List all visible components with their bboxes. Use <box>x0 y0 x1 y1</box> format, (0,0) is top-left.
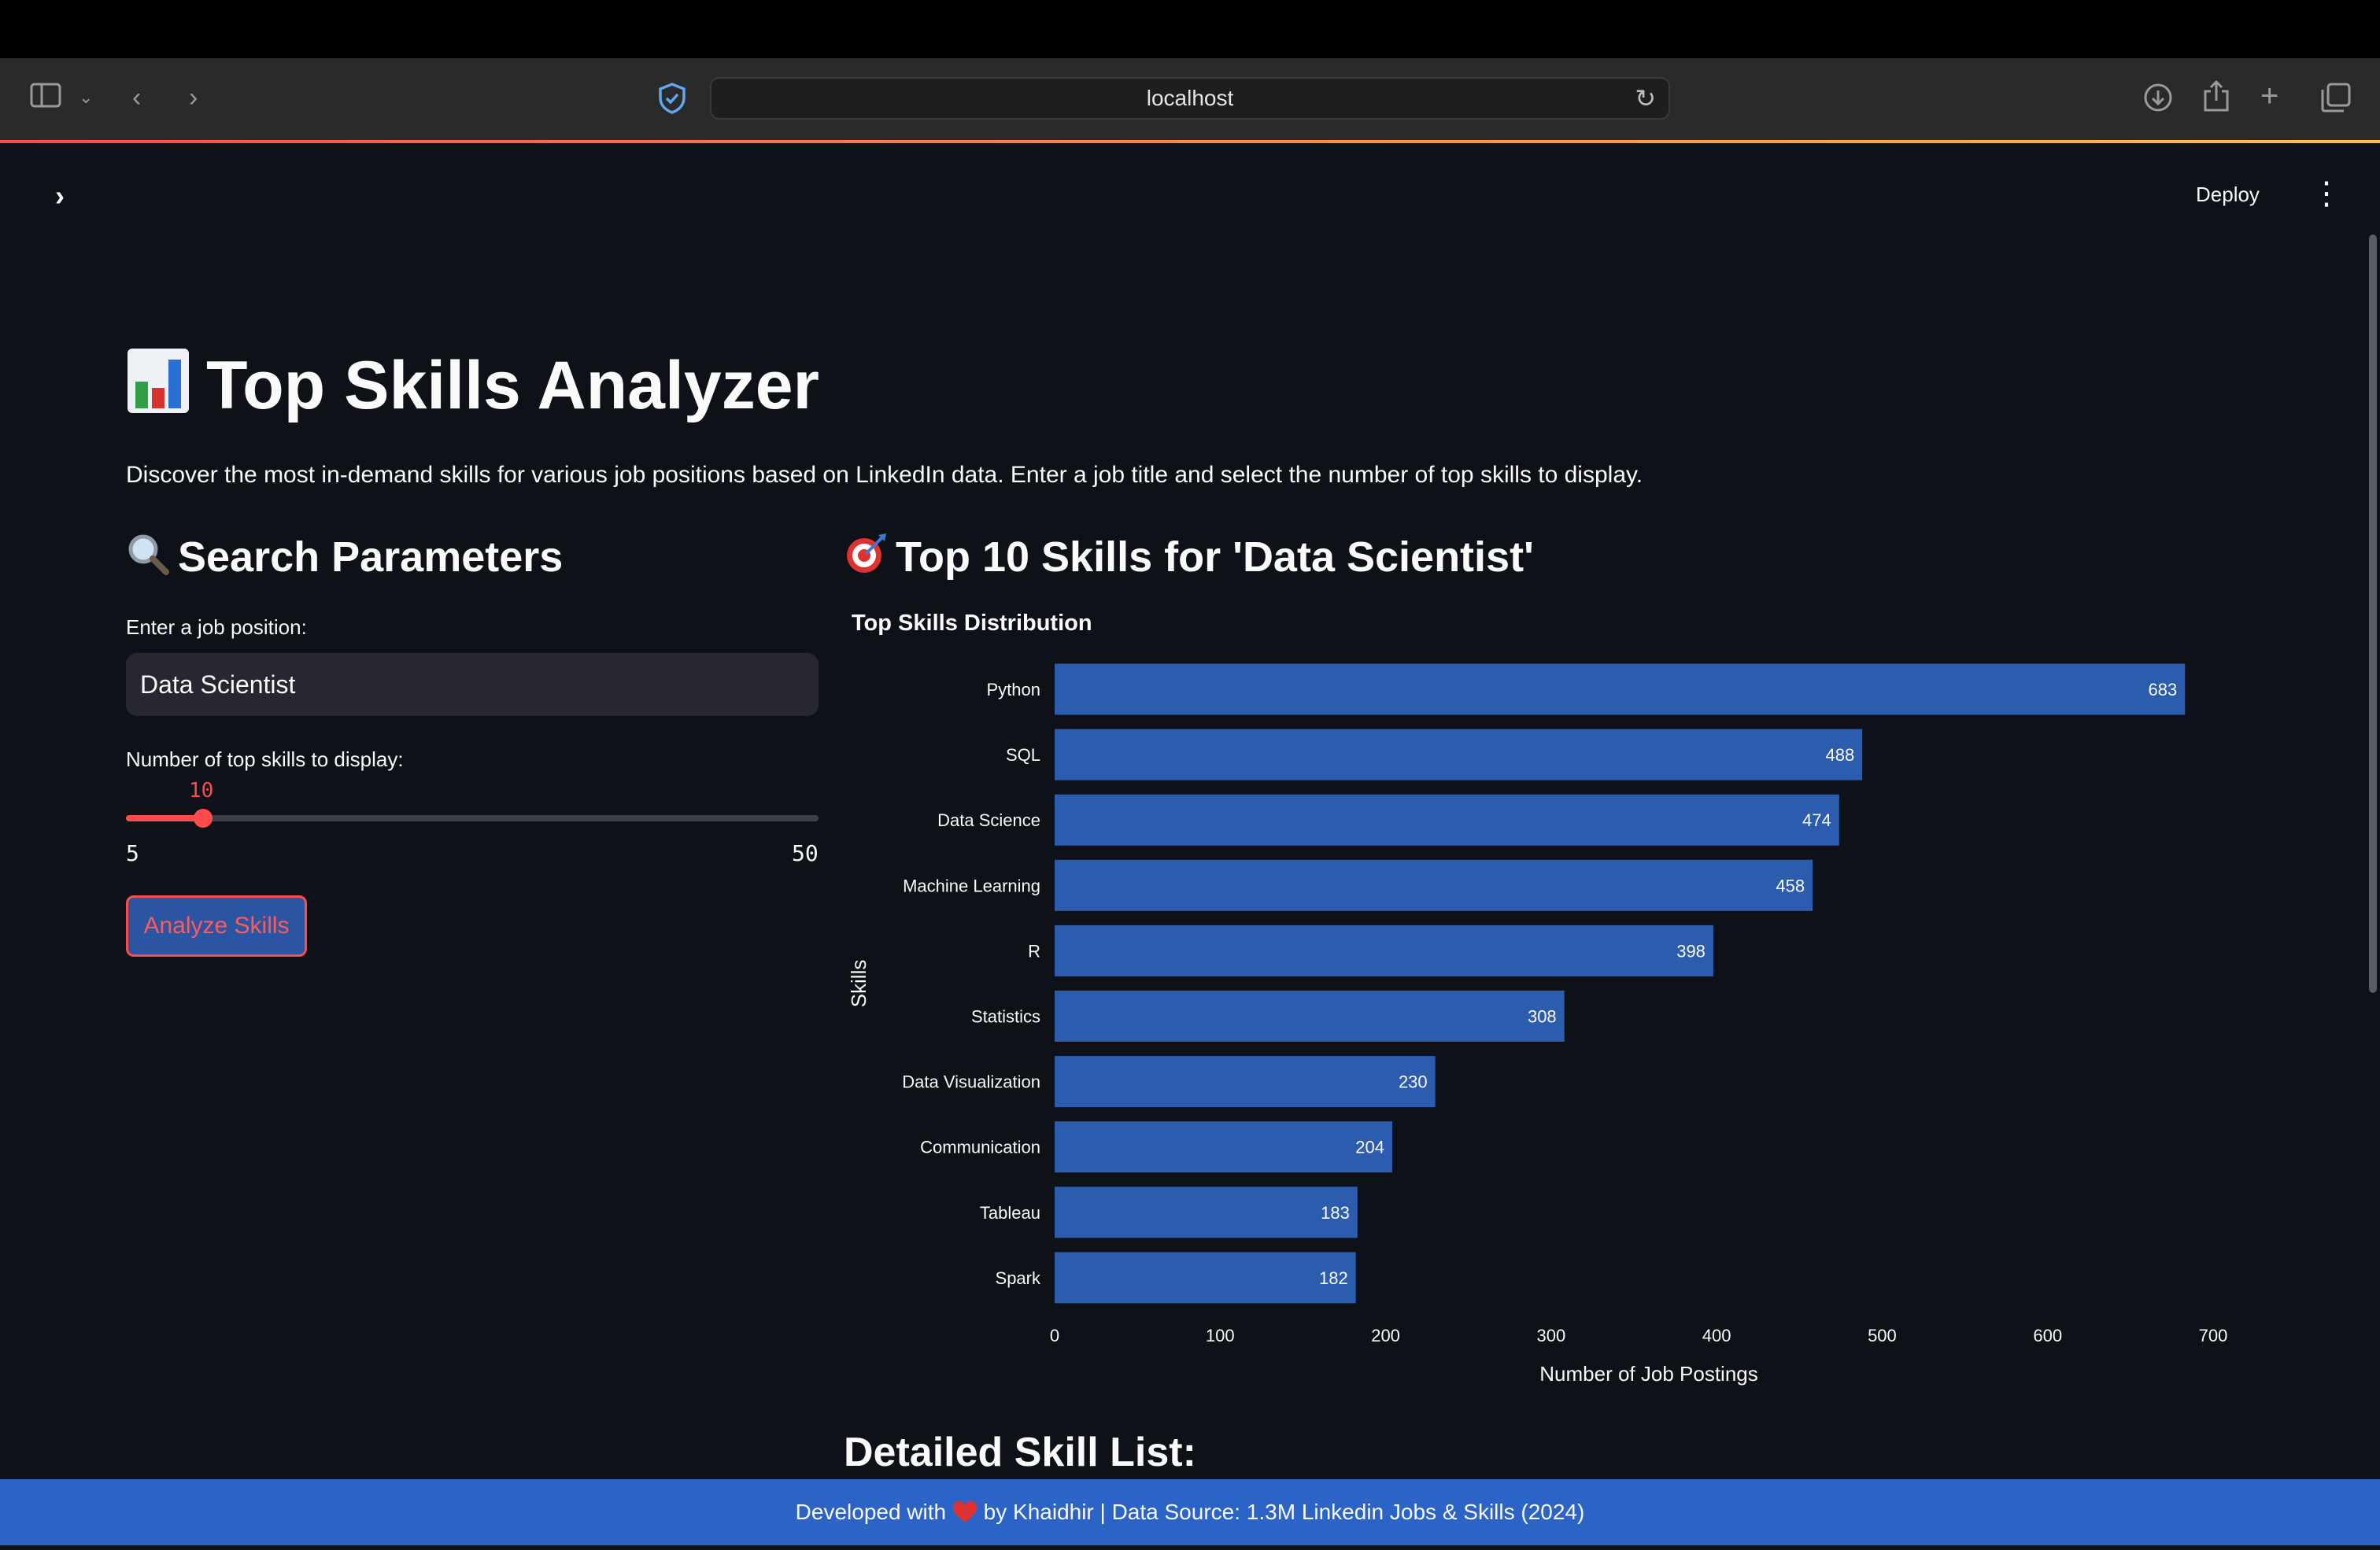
chevron-down-icon[interactable]: ⌄ <box>79 82 93 113</box>
job-position-input[interactable] <box>126 653 819 716</box>
browser-toolbar: ⌄ ‹ › localhost ↻ + <box>0 58 2380 140</box>
y-tick-label: SQL <box>1006 745 1040 765</box>
sidebar-expand-icon[interactable]: › <box>55 179 65 212</box>
footer-text-before: Developed with <box>795 1500 947 1524</box>
top-black-bar <box>0 0 2380 58</box>
forward-arrow-icon[interactable]: › <box>189 82 198 113</box>
bar-value-label: 398 <box>1676 941 1706 961</box>
target-icon <box>844 532 888 576</box>
analyze-skills-button[interactable]: Analyze Skills <box>126 895 307 957</box>
top-skills-heading: Top 10 Skills for 'Data Scientist' <box>844 532 1534 582</box>
search-parameters-heading: Search Parameters <box>126 532 563 582</box>
bar-value-label: 488 <box>1825 745 1854 765</box>
chart-title: Top Skills Distribution <box>852 611 1092 636</box>
bar-value-label: 204 <box>1355 1138 1384 1157</box>
sidebar-icon[interactable] <box>30 82 61 116</box>
y-tick-label: Python <box>987 680 1041 699</box>
y-tick-label: Data Science <box>937 810 1040 830</box>
x-axis-title: Number of Job Postings <box>1539 1362 1757 1386</box>
y-tick-label: Data Visualization <box>902 1072 1040 1092</box>
new-tab-icon[interactable]: + <box>2260 80 2278 112</box>
x-tick-label: 0 <box>1050 1326 1059 1345</box>
bar-chart-icon <box>126 347 190 415</box>
magnifier-icon <box>126 532 170 576</box>
url-text: localhost <box>1146 86 1234 110</box>
url-bar[interactable]: localhost ↻ <box>710 77 1670 120</box>
bar-value-label: 308 <box>1528 1007 1557 1027</box>
share-icon[interactable] <box>2202 79 2230 117</box>
detailed-skill-list-heading: Detailed Skill List: <box>844 1430 1196 1475</box>
header-accent-line <box>0 140 2380 143</box>
page-title-text: Top Skills Analyzer <box>206 348 819 423</box>
back-arrow-icon[interactable]: ‹ <box>132 82 141 113</box>
heart-icon <box>952 1484 978 1522</box>
bar-value-label: 182 <box>1319 1268 1348 1288</box>
main-menu-icon[interactable]: ⋮ <box>2311 178 2342 209</box>
x-tick-label: 400 <box>1702 1326 1731 1345</box>
slider-current-value: 10 <box>189 779 214 803</box>
bars-group: Python 683 SQL 488 Data Science 474 Machine Le… <box>902 663 2186 1304</box>
bar-machine-learning[interactable] <box>1055 859 1813 911</box>
bar-tableau[interactable] <box>1055 1186 1358 1238</box>
slider-min-label: 5 <box>126 840 139 866</box>
footer-text: Developed with by Khaidhir | Data Source… <box>0 1479 2380 1545</box>
bar-spark[interactable] <box>1055 1252 1356 1304</box>
y-tick-label: R <box>1028 941 1040 961</box>
bar-statistics[interactable] <box>1055 991 1565 1042</box>
slider-max-label: 50 <box>792 840 819 866</box>
download-icon[interactable] <box>2142 82 2174 117</box>
y-axis-title: Skills <box>847 960 870 1008</box>
bar-communication[interactable] <box>1055 1121 1392 1173</box>
bar-value-label: 230 <box>1399 1072 1428 1092</box>
slider-track[interactable] <box>126 815 819 821</box>
job-position-label: Enter a job position: <box>126 615 307 639</box>
footer: Developed with by Khaidhir | Data Source… <box>0 1479 2380 1545</box>
x-tick-label: 300 <box>1536 1326 1565 1345</box>
y-tick-label: Spark <box>996 1268 1041 1288</box>
bar-value-label: 183 <box>1321 1203 1350 1223</box>
footer-text-after: by Khaidhir | Data Source: 1.3M Linkedin… <box>983 1500 1585 1524</box>
bar-data-visualization[interactable] <box>1055 1056 1436 1108</box>
bar-sql[interactable] <box>1055 729 1863 781</box>
bar-python[interactable] <box>1055 663 2186 715</box>
x-tick-label: 200 <box>1371 1326 1400 1345</box>
search-heading-text: Search Parameters <box>178 533 564 581</box>
top-skills-slider-label: Number of top skills to display: <box>126 747 404 771</box>
slider-fill <box>126 815 203 821</box>
tabs-overview-icon[interactable] <box>2320 82 2352 117</box>
deploy-button[interactable]: Deploy <box>2196 183 2260 207</box>
page-title: Top Skills Analyzer <box>126 346 819 425</box>
skills-bar-chart: Top Skills Distribution Skills Number of… <box>847 611 2227 1386</box>
bar-value-label: 458 <box>1776 876 1805 895</box>
bar-r[interactable] <box>1055 924 1713 976</box>
y-tick-label: Statistics <box>971 1007 1040 1027</box>
x-tick-label: 500 <box>1868 1326 1897 1345</box>
slider-thumb[interactable] <box>194 809 213 828</box>
bar-value-label: 474 <box>1802 810 1831 830</box>
page-scrollbar[interactable] <box>2369 234 2377 993</box>
x-tick-label: 700 <box>2199 1326 2228 1345</box>
intro-text: Discover the most in-demand skills for v… <box>126 462 1643 488</box>
bar-value-label: 683 <box>2149 680 2178 699</box>
y-tick-label: Machine Learning <box>903 876 1040 895</box>
shield-icon[interactable] <box>656 82 688 119</box>
y-tick-label: Communication <box>920 1138 1040 1157</box>
y-tick-label: Tableau <box>980 1203 1040 1223</box>
top-skills-heading-text: Top 10 Skills for 'Data Scientist' <box>896 533 1534 581</box>
x-tick-label: 100 <box>1206 1326 1235 1345</box>
bar-data-science[interactable] <box>1055 794 1839 846</box>
x-tick-label: 600 <box>2033 1326 2062 1345</box>
x-ticks-group: 0 100 200 300 400 500 600 700 <box>1050 1326 2227 1345</box>
reload-icon[interactable]: ↻ <box>1635 83 1656 113</box>
